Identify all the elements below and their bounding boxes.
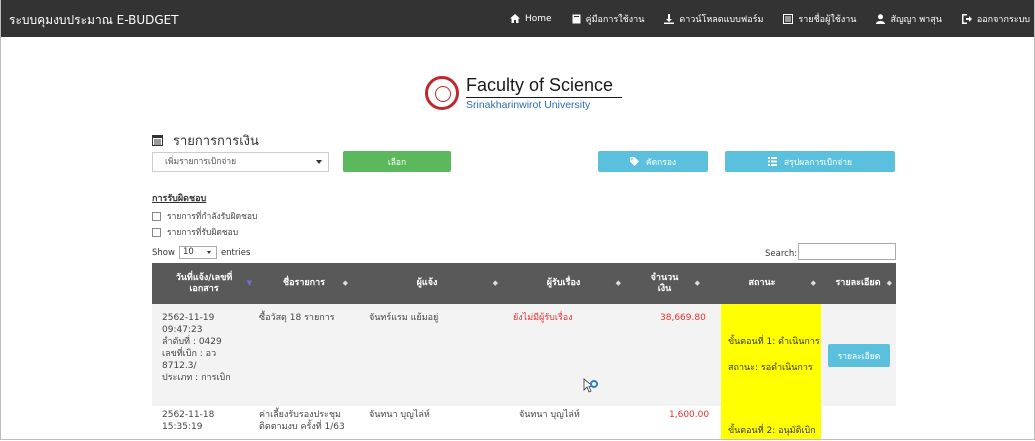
sort-icon: ◆ [810,279,816,287]
chevron-down-icon [206,251,211,254]
cell-date: 2562-11-19 09:47:23 ลำดับที่ : 0429 เลขท… [162,313,231,383]
nav-download-forms[interactable]: ดาวน์โหลดแบบฟอร์ม [664,12,763,26]
logo-divider [466,97,622,98]
user-icon [876,13,886,24]
logout-icon [961,13,972,24]
list-icon [783,13,794,24]
nav-manual[interactable]: คู่มือการใช้งาน [572,12,645,26]
sort-icon: ◆ [615,279,621,287]
section-title-text: รายการการเงิน [173,134,259,149]
cell-item: ซื้อวัสดุ 18 รายการ [259,313,335,323]
app-window: ระบบคุมงบประมาณ E-BUDGET Home คู่มือการใ… [0,0,1035,440]
entries-length-control: Show 10 entries [152,246,250,259]
entries-label: entries [220,247,251,258]
detail-button[interactable]: รายละเอียด [828,344,890,367]
logo-title: Faculty of Science [466,75,614,95]
cell-amount: 38,669.80 [660,313,706,323]
app-brand[interactable]: ระบบคุมงบประมาณ E-BUDGET [9,11,179,30]
list-icon [767,157,777,166]
cell-reporter: จันทนา บุญไล่ห์ [369,410,430,420]
nav-logout-label: ออกจากระบบ [976,14,1030,25]
sort-icon: ◆ [694,279,700,287]
col-header-label: ชื่อรายการ [282,278,325,288]
sort-icon: ◆ [492,279,498,287]
col-header-item[interactable]: ชื่อรายการ ◆ [256,263,352,304]
select-button-label: เลือก [387,157,407,168]
sort-icon: ◆ [342,279,348,287]
summary-button[interactable]: สรุปผลการเบิกจ่าย [725,151,895,172]
detail-button-label: รายละเอียด [837,351,881,362]
select-value: เพิ่มรายการเบิกจ่าย [165,157,237,167]
checkbox-in-progress[interactable]: รายการที่กำลังรับผิดชอบ [152,209,257,223]
col-header-label: ผู้แจ้ง [416,278,438,288]
col-header-detail[interactable]: รายละเอียด ◆ [820,263,896,304]
checkbox-box[interactable] [152,227,161,237]
nav-user-label: สัญญา พาสุน [890,14,942,25]
cell-status: ขั้นตอนที่ 2: อนุมัติเบิก [721,406,821,439]
responsibility-label: การรับผิดชอบ [152,194,207,204]
col-header-reporter[interactable]: ผู้แจ้ง ◆ [352,263,502,304]
checkbox-box[interactable] [152,211,161,221]
table-row: 2562-11-19 09:47:23 ลำดับที่ : 0429 เลขท… [152,304,896,406]
mouse-cursor-icon [583,378,598,393]
cell-receiver: ยังไม่มีผู้รับเรื่อง [513,313,573,323]
search-input[interactable] [798,243,896,260]
status-step: ขั้นตอนที่ 1: ดำเนินการ [728,337,820,347]
table-row: 2562-11-18 15:35:19 ค่าเลี้ยงรับรองประชุ… [152,406,896,439]
entries-value: 10 [182,247,194,257]
sort-icon: ◆ [886,279,892,287]
nav-home-label: Home [525,13,552,24]
download-icon [664,13,675,24]
transaction-type-select[interactable]: เพิ่มรายการเบิกจ่าย [152,152,329,172]
status-step: ขั้นตอนที่ 2: อนุมัติเบิก [728,426,816,436]
cell-status: ขั้นตอนที่ 1: ดำเนินการ สถานะ: รอดำเนินก… [721,304,821,406]
book-icon [572,14,581,23]
section-title: รายการการเงิน [152,130,259,151]
nav-manual-label: คู่มือการใช้งาน [585,14,645,25]
col-header-label: รายละเอียด [835,278,881,288]
checkbox-label: รายการที่กำลังรับผิดชอบ [167,212,258,222]
select-button[interactable]: เลือก [343,151,451,172]
nav-user-list-label: รายชื่อผู้ใช้งาน [798,14,857,25]
search-label: Search: [765,249,798,259]
top-navbar: ระบบคุมงบประมาณ E-BUDGET Home คู่มือการใ… [1,0,1034,37]
col-header-label: สถานะ [748,278,776,288]
status-state: สถานะ: รอดำเนินการ [728,363,813,373]
col-header-receiver[interactable]: ผู้รับเรื่อง ◆ [502,263,625,304]
navbar-menu: Home คู่มือการใช้งาน ดาวน์โหลดแบบฟอร์ม ร… [490,0,1034,37]
cell-item: ค่าเลี้ยงรับรองประชุม ติดตามงบ ครั้งที่ … [259,410,345,432]
checkbox-label: รายการที่รับผิดชอบ [167,228,239,238]
cell-amount: 1,600.00 [669,410,710,420]
col-header-label: จำนวนเงิน [650,272,679,294]
entries-select[interactable]: 10 [178,246,217,259]
cell-receiver: จันทนา บุญไล่ห์ [519,410,580,420]
nav-user-profile[interactable]: สัญญา พาสุน [876,12,942,26]
nav-home[interactable]: Home [510,14,552,24]
tag-icon [629,157,639,166]
col-header-label: ผู้รับเรื่อง [546,278,581,288]
nav-download-label: ดาวน์โหลดแบบฟอร์ม [679,14,764,25]
list-icon [152,135,163,146]
faculty-logo: Faculty of Science Srinakharinwirot Univ… [425,75,625,112]
nav-user-list[interactable]: รายชื่อผู้ใช้งาน [783,12,856,26]
university-seal-icon [425,76,459,110]
cell-date: 2562-11-18 15:35:19 [162,410,215,432]
col-header-label: วันที่แจ้ง/เลขที่เอกสาร [175,272,233,294]
col-header-status[interactable]: สถานะ ◆ [704,263,820,304]
col-header-amount[interactable]: จำนวนเงิน ◆ [625,263,704,304]
logo-subtitle: Srinakharinwirot University [466,99,591,111]
table-header: วันที่แจ้ง/เลขที่เอกสาร ▼ ชื่อรายการ ◆ ผ… [152,263,896,304]
summary-button-label: สรุปผลการเบิกจ่าย [783,157,852,168]
checkbox-responsible[interactable]: รายการที่รับผิดชอบ [152,225,238,239]
nav-logout[interactable]: ออกจากระบบ [961,12,1030,26]
chevron-down-icon [316,160,322,164]
show-label: Show [152,247,175,258]
col-header-date[interactable]: วันที่แจ้ง/เลขที่เอกสาร ▼ [152,263,256,304]
cell-reporter: จันทร์แรม แย้มอยู่ [369,313,439,323]
home-icon [510,14,520,23]
filter-button-label: คัดกรอง [645,157,677,168]
filter-button[interactable]: คัดกรอง [598,151,708,172]
sort-desc-icon: ▼ [246,279,252,287]
